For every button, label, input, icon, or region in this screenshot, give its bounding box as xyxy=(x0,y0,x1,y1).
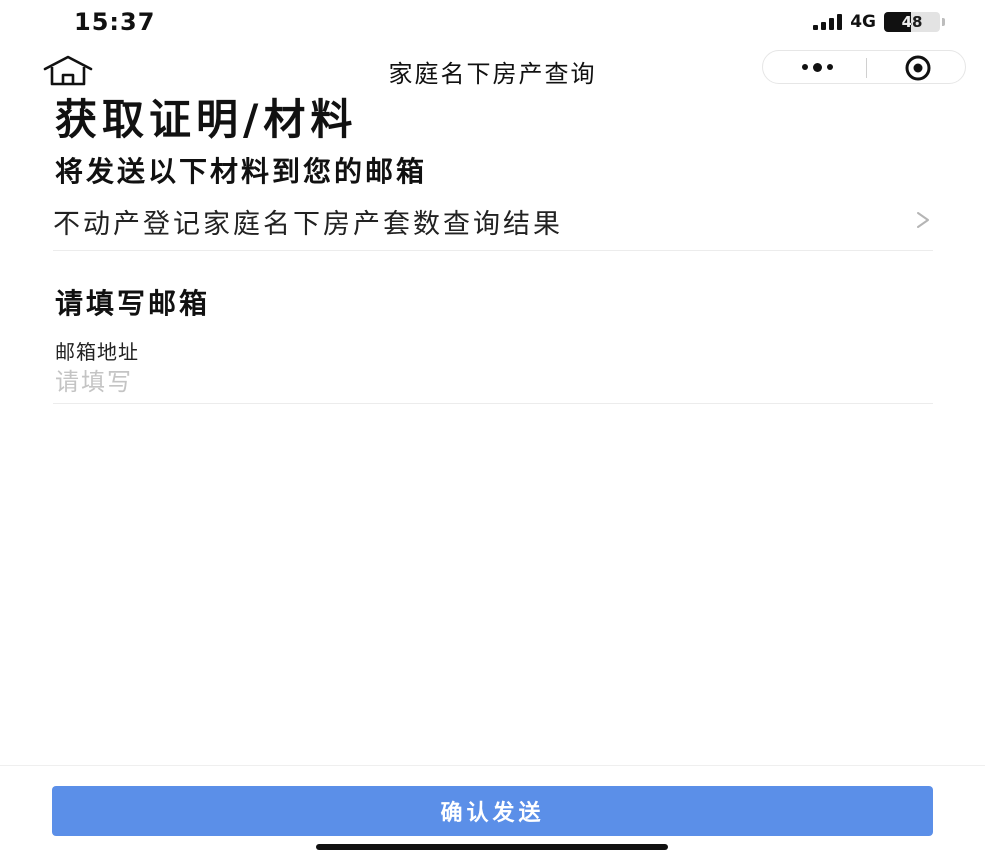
status-time: 15:37 xyxy=(74,8,156,36)
status-indicators: 4G 48 xyxy=(813,12,945,32)
battery-tip xyxy=(942,18,945,26)
close-miniprogram-icon[interactable] xyxy=(895,55,941,81)
status-bar: 15:37 4G 48 xyxy=(0,0,985,44)
home-indicator[interactable] xyxy=(316,844,668,850)
material-item-label: 不动产登记家庭名下房产套数查询结果 xyxy=(53,209,563,240)
bottom-divider xyxy=(0,765,985,766)
confirm-send-button[interactable]: 确认发送 xyxy=(52,786,933,836)
material-item[interactable]: 不动产登记家庭名下房产套数查询结果 xyxy=(53,194,933,251)
main-heading: 获取证明/材料 xyxy=(55,95,358,144)
email-section-title: 请填写邮箱 xyxy=(55,287,211,320)
capsule-divider xyxy=(866,58,867,78)
more-icon[interactable] xyxy=(793,55,841,79)
signal-icon xyxy=(813,14,843,30)
email-input[interactable] xyxy=(53,360,933,404)
nav-bar: 家庭名下房产查询 xyxy=(0,44,985,92)
miniprogram-capsule xyxy=(762,50,966,84)
chevron-right-icon xyxy=(915,210,931,230)
battery-icon: 48 xyxy=(884,12,940,32)
page: 15:37 4G 48 家庭名下房产查询 获取证明/材料 将发送以下材料到您的邮… xyxy=(0,0,985,857)
network-type: 4G xyxy=(850,12,876,32)
materials-section-title: 将发送以下材料到您的邮箱 xyxy=(55,155,428,188)
battery-level: 48 xyxy=(901,13,923,31)
